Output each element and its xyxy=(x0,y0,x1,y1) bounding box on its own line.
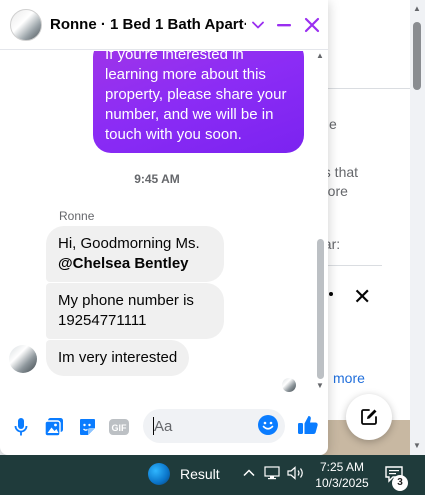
chat-scrollbar-thumb[interactable] xyxy=(317,239,324,379)
clock-date: 10/3/2025 xyxy=(315,476,369,490)
chat-window: Ronne · 1 Bed 1 Bath Apart··· If you're … xyxy=(0,0,328,455)
sender-avatar[interactable] xyxy=(9,345,37,373)
bg-letter: e xyxy=(329,116,337,132)
taskbar-app-label: Result xyxy=(180,466,220,482)
taskbar-app[interactable]: Result xyxy=(148,463,220,485)
outgoing-message[interactable]: If you're interested in learning more ab… xyxy=(93,51,304,153)
incoming-message[interactable]: Hi, Goodmorning Ms. @Chelsea Bentley xyxy=(46,226,224,282)
incoming-message[interactable]: Im very interested xyxy=(46,340,190,376)
clock-time: 7:25 AM xyxy=(319,460,365,474)
system-clock[interactable]: 7:25 AM 10/3/2025 xyxy=(314,459,370,491)
message-list[interactable]: If you're interested in learning more ab… xyxy=(0,51,314,396)
bg-more-link[interactable]: more xyxy=(333,370,365,386)
new-message-button[interactable] xyxy=(346,394,392,440)
page-scrollbar[interactable]: ▲ ▼ xyxy=(410,0,425,455)
taskbar: Result 7:25 AM 10/3/2025 3 xyxy=(0,455,425,495)
svg-text:GIF: GIF xyxy=(112,423,128,433)
sender-name: Ronne xyxy=(59,209,95,223)
compose-icon xyxy=(361,409,377,425)
close-icon[interactable] xyxy=(300,13,324,37)
photo-icon[interactable] xyxy=(43,416,65,438)
chevron-up-icon[interactable] xyxy=(242,466,256,483)
chevron-down-icon[interactable] xyxy=(246,13,270,37)
screen: e ds that more ear: ✕ more ▲ ▼ Ronne · 1… xyxy=(0,0,425,495)
conversation-title[interactable]: Ronne · 1 Bed 1 Bath Apart··· xyxy=(50,16,246,33)
user-mention[interactable]: @Chelsea Bentley xyxy=(58,255,189,272)
bg-dot xyxy=(329,292,333,296)
conversation-avatar[interactable] xyxy=(10,8,42,41)
emoji-icon[interactable] xyxy=(258,415,278,435)
chat-header[interactable]: Ronne · 1 Bed 1 Bath Apart··· xyxy=(0,0,328,50)
notification-badge: 3 xyxy=(392,475,408,491)
thumbs-up-icon[interactable] xyxy=(296,413,320,437)
read-receipt-avatar xyxy=(282,378,296,392)
network-icon[interactable] xyxy=(264,466,280,483)
message-text: Hi, Goodmorning Ms. xyxy=(58,235,200,252)
message-timestamp: 9:45 AM xyxy=(134,172,180,186)
chat-scrollbar[interactable]: ▲ ▼ xyxy=(314,51,326,396)
text-cursor xyxy=(153,417,154,435)
microphone-icon[interactable] xyxy=(10,416,32,438)
bg-close-icon[interactable]: ✕ xyxy=(353,286,371,308)
page-scrollbar-thumb[interactable] xyxy=(413,22,421,90)
message-composer: GIF xyxy=(0,400,328,452)
volume-icon[interactable] xyxy=(287,466,305,483)
incoming-message[interactable]: My phone number is 19254771111 xyxy=(46,283,224,339)
app-logo-icon xyxy=(148,463,170,485)
sticker-icon[interactable] xyxy=(76,416,98,438)
minimize-icon[interactable] xyxy=(272,13,296,37)
gif-icon[interactable]: GIF xyxy=(108,416,130,438)
